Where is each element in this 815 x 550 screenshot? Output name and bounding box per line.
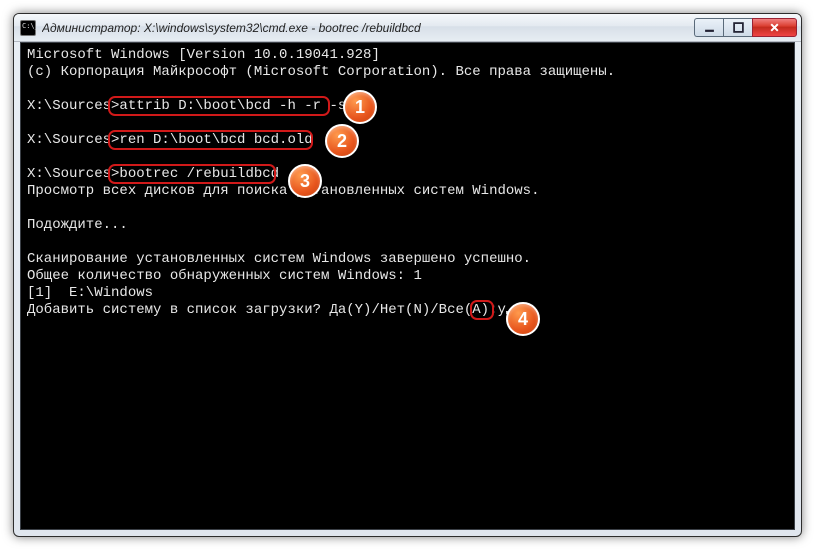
- user-input: y: [497, 302, 505, 318]
- add-prompt: Добавить систему в список загрузки? Да(Y…: [27, 302, 497, 318]
- titlebar[interactable]: Администратор: X:\windows\system32\cmd.e…: [14, 14, 801, 42]
- done-message: Сканирование установленных систем Window…: [27, 251, 531, 267]
- wait-message: Подождите...: [27, 217, 128, 233]
- prompt: X:\Sources>: [27, 166, 119, 182]
- command-2: ren D:\boot\bcd bcd.old: [119, 132, 312, 148]
- window-title: Администратор: X:\windows\system32\cmd.e…: [42, 21, 688, 35]
- close-button[interactable]: [752, 18, 797, 37]
- cmd-icon: [20, 20, 36, 36]
- minimize-button[interactable]: [694, 18, 723, 37]
- cursor: [506, 311, 514, 314]
- minimize-icon: [704, 22, 715, 33]
- command-3: bootrec /rebuildbcd: [119, 166, 279, 182]
- count-message: Общее количество обнаруженных систем Win…: [27, 268, 422, 284]
- found-message: [1] E:\Windows: [27, 285, 153, 301]
- prompt: X:\Sources>: [27, 98, 119, 114]
- terminal-content: Microsoft Windows [Version 10.0.19041.92…: [21, 43, 794, 529]
- copyright-line: (c) Корпорация Майкрософт (Microsoft Cor…: [27, 64, 615, 80]
- close-icon: [769, 22, 780, 33]
- cmd-window: Администратор: X:\windows\system32\cmd.e…: [13, 13, 802, 537]
- window-buttons: [694, 18, 797, 37]
- command-1: attrib D:\boot\bcd -h -r -s: [119, 98, 346, 114]
- maximize-icon: [733, 22, 744, 33]
- scan-message: Просмотр всех дисков для поиска установл…: [27, 183, 539, 199]
- terminal-area[interactable]: Microsoft Windows [Version 10.0.19041.92…: [20, 42, 795, 530]
- prompt: X:\Sources>: [27, 132, 119, 148]
- maximize-button[interactable]: [723, 18, 752, 37]
- version-line: Microsoft Windows [Version 10.0.19041.92…: [27, 47, 380, 63]
